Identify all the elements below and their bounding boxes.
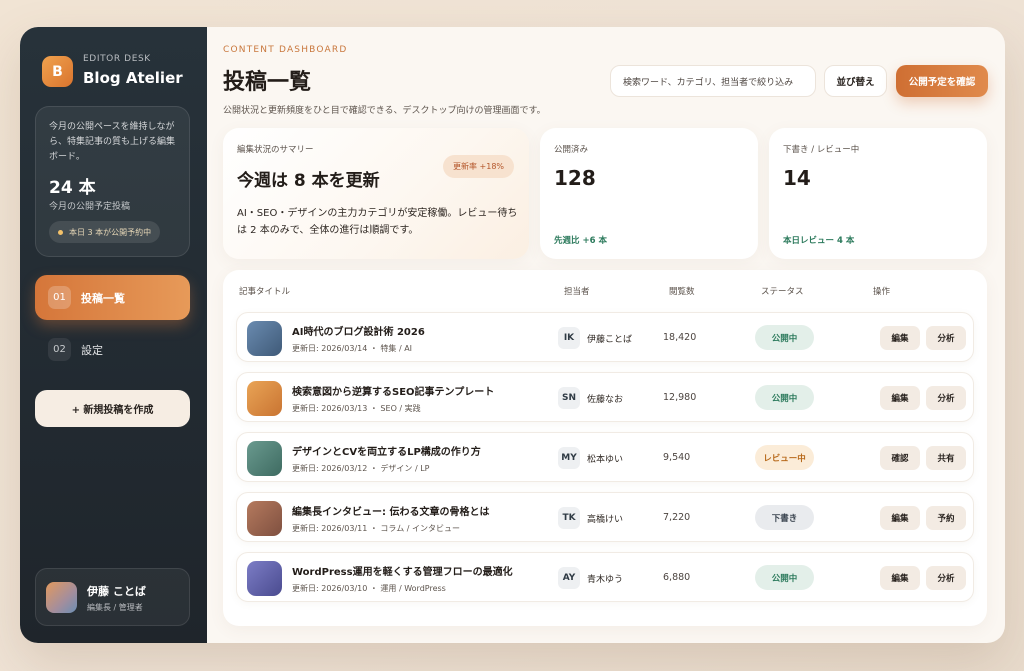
table-row[interactable]: 検索意図から逆算するSEO記事テンプレート 更新日: 2026/03/13 ・ … bbox=[236, 372, 974, 422]
summary-card: 編集状況のサマリー 今週は 8 本を更新 更新率 +18% AI・SEO・デザイ… bbox=[223, 128, 529, 259]
view-count: 18,420 bbox=[663, 332, 697, 343]
kpi-value: 14 bbox=[783, 166, 811, 190]
post-thumbnail bbox=[247, 561, 282, 596]
edit-button[interactable]: 編集 bbox=[880, 386, 920, 410]
schedule-button[interactable]: 予約 bbox=[926, 506, 966, 530]
post-title[interactable]: 編集長インタビュー: 伝わる文章の骨格とは bbox=[292, 503, 489, 518]
author-initials: IK bbox=[558, 327, 580, 349]
post-meta: 更新日: 2026/03/13 ・ SEO / 実践 bbox=[292, 404, 421, 413]
view-count: 12,980 bbox=[663, 392, 697, 403]
edit-button[interactable]: 編集 bbox=[880, 506, 920, 530]
stat-description: 今月の公開ペースを維持しながら、特集記事の質も上げる編集ボード。 bbox=[49, 122, 176, 162]
view-count: 6,880 bbox=[663, 572, 691, 583]
post-thumbnail bbox=[247, 501, 282, 536]
sort-button[interactable]: 並び替え bbox=[824, 65, 887, 97]
table-row[interactable]: AI時代のブログ設計術 2026 更新日: 2026/03/14 ・ 特集 / … bbox=[236, 312, 974, 362]
page-title: 投稿一覧 bbox=[223, 70, 312, 95]
check-schedule-button[interactable]: 公開予定を確認 bbox=[896, 65, 988, 97]
nav-item-number: 01 bbox=[48, 286, 71, 309]
column-header-actions: 操作 bbox=[873, 287, 891, 297]
page-eyebrow: CONTENT DASHBOARD bbox=[223, 45, 348, 55]
analyze-button[interactable]: 分析 bbox=[926, 326, 966, 350]
post-meta: 更新日: 2026/03/14 ・ 特集 / AI bbox=[292, 344, 413, 353]
page-description: 公開状況と更新頻度をひと目で確認できる、デスクトップ向けの管理画面です。 bbox=[223, 106, 546, 116]
avatar bbox=[46, 582, 77, 613]
edit-button[interactable]: 編集 bbox=[880, 326, 920, 350]
kpi-label: 下書き / レビュー中 bbox=[783, 145, 860, 155]
profile-name: 伊藤 ことば bbox=[87, 585, 146, 598]
status-dot-icon bbox=[58, 229, 63, 235]
kpi-footnote: 本日レビュー 4 本 bbox=[783, 236, 855, 246]
nav-item-posts[interactable]: 01 投稿一覧 bbox=[35, 275, 190, 320]
brand-title: Blog Atelier bbox=[83, 69, 183, 87]
posts-table: 記事タイトル 担当者 閲覧数 ステータス 操作 AI時代のブログ設計術 2026… bbox=[223, 270, 987, 626]
post-title[interactable]: WordPress運用を軽くする管理フローの最適化 bbox=[292, 563, 513, 578]
post-meta: 更新日: 2026/03/12 ・ デザイン / LP bbox=[292, 464, 430, 473]
table-row[interactable]: WordPress運用を軽くする管理フローの最適化 更新日: 2026/03/1… bbox=[236, 552, 974, 602]
draft-kpi-card: 下書き / レビュー中 14 本日レビュー 4 本 bbox=[769, 128, 987, 259]
column-header-status: ステータス bbox=[761, 287, 804, 297]
post-title[interactable]: AI時代のブログ設計術 2026 bbox=[292, 323, 425, 338]
stat-value: 24 本 bbox=[49, 178, 96, 198]
brand-subtitle: EDITOR DESK bbox=[83, 54, 151, 64]
post-thumbnail bbox=[247, 441, 282, 476]
author-initials: SN bbox=[558, 387, 580, 409]
post-meta: 更新日: 2026/03/11 ・ コラム / インタビュー bbox=[292, 524, 460, 533]
nav-item-label: 設定 bbox=[81, 343, 103, 357]
user-profile[interactable]: 伊藤 ことば 編集長 / 管理者 bbox=[35, 568, 190, 626]
stat-label: 今月の公開予定投稿 bbox=[49, 202, 131, 212]
author-name: 高橋けい bbox=[587, 515, 624, 525]
analyze-button[interactable]: 分析 bbox=[926, 386, 966, 410]
kpi-label: 公開済み bbox=[554, 145, 589, 155]
scheduled-pill: 本日 3 本が公開予約中 bbox=[49, 221, 161, 243]
sidebar: B EDITOR DESK Blog Atelier 今月の公開ペースを維持しな… bbox=[20, 27, 207, 643]
author-name: 伊藤ことば bbox=[587, 335, 633, 345]
new-post-button[interactable]: + 新規投稿を作成 bbox=[35, 390, 190, 427]
status-badge: 公開中 bbox=[755, 385, 814, 410]
share-button[interactable]: 共有 bbox=[926, 446, 966, 470]
nav-item-settings[interactable]: 02 設定 bbox=[35, 327, 190, 372]
growth-badge: 更新率 +18% bbox=[443, 155, 515, 178]
view-count: 9,540 bbox=[663, 452, 691, 463]
post-thumbnail bbox=[247, 381, 282, 416]
edit-button[interactable]: 編集 bbox=[880, 566, 920, 590]
main-content: CONTENT DASHBOARD 投稿一覧 公開状況と更新頻度をひと目で確認で… bbox=[207, 27, 1005, 643]
review-button[interactable]: 確認 bbox=[880, 446, 920, 470]
post-meta: 更新日: 2026/03/10 ・ 運用 / WordPress bbox=[292, 584, 446, 593]
status-badge: 公開中 bbox=[755, 565, 814, 590]
scheduled-pill-text: 本日 3 本が公開予約中 bbox=[69, 227, 152, 237]
post-title[interactable]: 検索意図から逆算するSEO記事テンプレート bbox=[292, 383, 494, 398]
kpi-footnote: 先週比 +6 本 bbox=[554, 236, 607, 246]
brand-logo[interactable]: B bbox=[42, 56, 73, 87]
status-badge: 公開中 bbox=[755, 325, 814, 350]
summary-label: 編集状況のサマリー bbox=[237, 145, 314, 155]
view-count: 7,220 bbox=[663, 512, 691, 523]
author-name: 佐藤なお bbox=[587, 395, 624, 405]
summary-headline: 今週は 8 本を更新 bbox=[237, 171, 380, 191]
profile-role: 編集長 / 管理者 bbox=[87, 603, 143, 612]
author-name: 青木ゆう bbox=[587, 575, 624, 585]
published-kpi-card: 公開済み 128 先週比 +6 本 bbox=[540, 128, 758, 259]
summary-text: AI・SEO・デザインの主力カテゴリが安定稼働。レビュー待ちは 2 本のみで、全… bbox=[237, 208, 518, 236]
column-header-title: 記事タイトル bbox=[239, 287, 291, 297]
nav-item-number: 02 bbox=[48, 338, 71, 361]
search-input[interactable]: 検索ワード、カテゴリ、担当者で絞り込み bbox=[610, 65, 816, 97]
column-header-views: 閲覧数 bbox=[669, 287, 695, 297]
kpi-value: 128 bbox=[554, 166, 596, 190]
author-initials: AY bbox=[558, 567, 580, 589]
status-badge: 下書き bbox=[755, 505, 814, 530]
monthly-stat-card: 今月の公開ペースを維持しながら、特集記事の質も上げる編集ボード。 24 本 今月… bbox=[35, 106, 190, 257]
author-initials: TK bbox=[558, 507, 580, 529]
post-title[interactable]: デザインとCVを両立するLP構成の作り方 bbox=[292, 443, 481, 458]
column-header-author: 担当者 bbox=[564, 287, 590, 297]
app-window: B EDITOR DESK Blog Atelier 今月の公開ペースを維持しな… bbox=[20, 27, 1005, 643]
nav-item-label: 投稿一覧 bbox=[81, 291, 125, 305]
post-thumbnail bbox=[247, 321, 282, 356]
table-row[interactable]: デザインとCVを両立するLP構成の作り方 更新日: 2026/03/12 ・ デ… bbox=[236, 432, 974, 482]
status-badge: レビュー中 bbox=[755, 445, 814, 470]
author-initials: MY bbox=[558, 447, 580, 469]
author-name: 松本ゆい bbox=[587, 455, 624, 465]
table-row[interactable]: 編集長インタビュー: 伝わる文章の骨格とは 更新日: 2026/03/11 ・ … bbox=[236, 492, 974, 542]
analyze-button[interactable]: 分析 bbox=[926, 566, 966, 590]
